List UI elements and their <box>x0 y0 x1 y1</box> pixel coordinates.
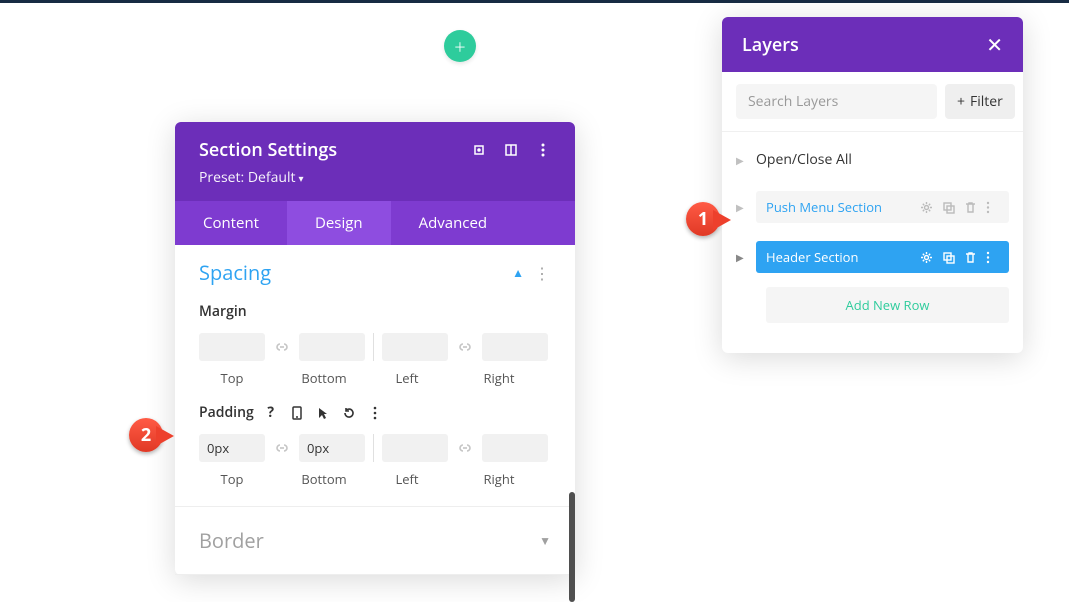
margin-bottom-label: Bottom <box>291 369 357 387</box>
padding-right-input[interactable] <box>482 434 548 462</box>
padding-bottom-lbl: Bottom <box>291 470 357 488</box>
expand-icon[interactable] <box>471 142 487 158</box>
tree-arrow-icon[interactable]: ▶ <box>736 250 746 264</box>
hover-icon[interactable] <box>316 406 330 420</box>
top-bar <box>0 0 1069 3</box>
link-icon[interactable] <box>456 340 474 354</box>
layer-item-push-menu[interactable]: Push Menu Section <box>756 191 1009 223</box>
search-input[interactable] <box>736 84 937 119</box>
margin-right-label: Right <box>466 369 532 387</box>
layers-tree: ▶ Open/Close All ▶ Push Menu Section ▶ H… <box>722 132 1023 353</box>
section-settings-panel: Section Settings Preset: Default▾ Conten… <box>175 122 575 575</box>
add-section-button[interactable]: + <box>444 30 476 62</box>
layer-name: Push Menu Section <box>766 198 882 216</box>
plus-icon: + <box>454 33 465 60</box>
trash-icon[interactable] <box>964 201 977 214</box>
tab-content[interactable]: Content <box>175 201 287 245</box>
columns-icon[interactable] <box>503 142 519 158</box>
more-icon[interactable] <box>986 201 999 214</box>
more-icon[interactable] <box>535 142 551 158</box>
padding-left-lbl: Left <box>374 470 440 488</box>
filter-button[interactable]: + Filter <box>945 84 1015 119</box>
close-icon[interactable]: ✕ <box>986 31 1003 58</box>
margin-top-label: Top <box>199 369 265 387</box>
margin-label: Margin <box>199 302 551 321</box>
callout-1: 1 <box>686 202 730 240</box>
tree-arrow-icon[interactable]: ▶ <box>736 200 746 214</box>
layers-header: Layers ✕ <box>722 17 1023 72</box>
scrollbar[interactable] <box>569 492 575 602</box>
border-title: Border <box>199 527 264 554</box>
settings-tabs: Content Design Advanced <box>175 201 575 245</box>
margin-left-input[interactable] <box>382 333 448 361</box>
padding-inputs <box>199 434 551 462</box>
help-icon[interactable]: ? <box>264 406 278 420</box>
section-more-icon[interactable]: ⋮ <box>534 262 551 284</box>
reset-icon[interactable] <box>342 406 356 420</box>
margin-top-input[interactable] <box>199 333 265 361</box>
tab-design[interactable]: Design <box>287 201 391 245</box>
search-row: + Filter <box>722 72 1023 132</box>
collapse-icon[interactable]: ▲ <box>512 264 524 281</box>
tab-advanced[interactable]: Advanced <box>391 201 515 245</box>
spacing-section: Spacing ▲ ⋮ Margin <box>175 245 575 507</box>
duplicate-icon[interactable] <box>942 201 955 214</box>
layers-title: Layers <box>742 33 799 57</box>
plus-icon: + <box>957 92 965 111</box>
more-icon[interactable] <box>986 251 999 264</box>
padding-left-input[interactable] <box>382 434 448 462</box>
layers-panel: Layers ✕ + Filter ▶ Open/Close All ▶ Pus… <box>722 17 1023 353</box>
margin-bottom-input[interactable] <box>299 333 365 361</box>
spacing-title[interactable]: Spacing <box>199 259 271 286</box>
margin-right-input[interactable] <box>482 333 548 361</box>
margin-inputs <box>199 333 551 361</box>
padding-right-lbl: Right <box>466 470 532 488</box>
padding-more-icon[interactable] <box>368 406 382 420</box>
border-section[interactable]: Border ▼ <box>175 507 575 575</box>
preset-selector[interactable]: Preset: Default▾ <box>199 168 551 187</box>
add-new-row-button[interactable]: Add New Row <box>766 287 1009 323</box>
padding-label: Padding <box>199 403 254 422</box>
chevron-down-icon: ▾ <box>298 171 303 185</box>
expand-icon[interactable]: ▼ <box>539 532 551 549</box>
link-icon[interactable] <box>273 340 291 354</box>
padding-top-lbl: Top <box>199 470 265 488</box>
layer-name: Header Section <box>766 248 858 266</box>
padding-bottom-input[interactable] <box>299 434 365 462</box>
padding-top-input[interactable] <box>199 434 265 462</box>
tree-arrow-icon[interactable]: ▶ <box>736 153 746 167</box>
phone-icon[interactable] <box>290 406 304 420</box>
trash-icon[interactable] <box>964 251 977 264</box>
margin-left-label: Left <box>374 369 440 387</box>
layer-item-header[interactable]: Header Section <box>756 241 1009 273</box>
gear-icon[interactable] <box>920 201 933 214</box>
link-icon[interactable] <box>456 441 474 455</box>
link-icon[interactable] <box>273 441 291 455</box>
settings-title: Section Settings <box>199 138 337 162</box>
gear-icon[interactable] <box>920 251 933 264</box>
open-close-all[interactable]: Open/Close All <box>756 150 852 169</box>
callout-2: 2 <box>129 418 173 456</box>
settings-header: Section Settings Preset: Default▾ <box>175 122 575 201</box>
duplicate-icon[interactable] <box>942 251 955 264</box>
padding-label-row: Padding ? <box>199 403 551 422</box>
